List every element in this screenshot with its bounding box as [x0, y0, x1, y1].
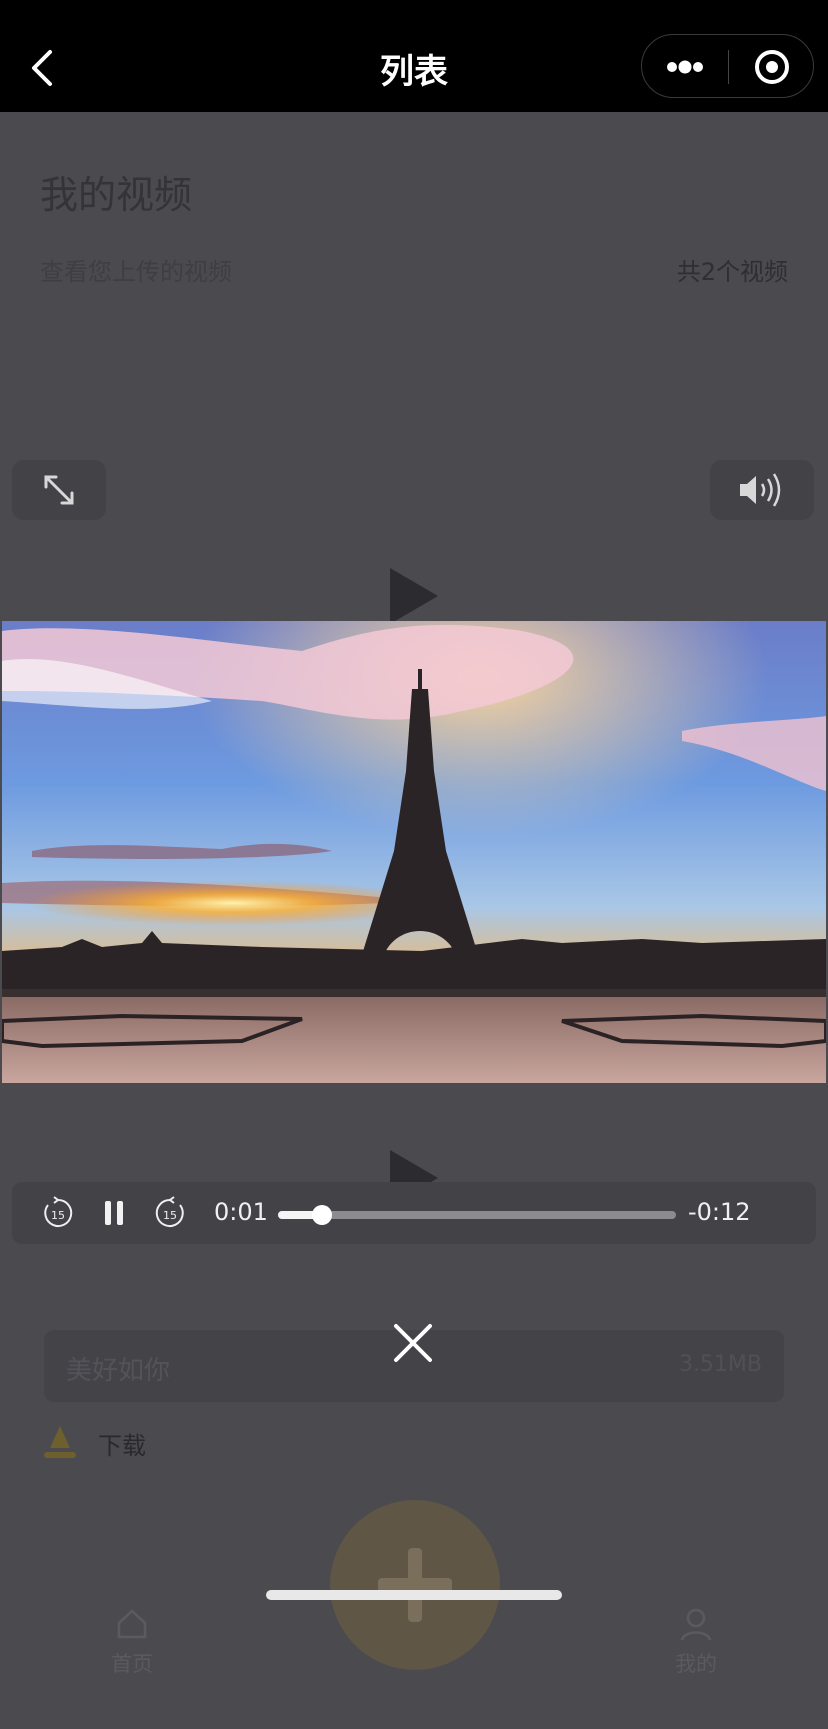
tab-home: 首页 — [82, 1606, 182, 1686]
progress-thumb[interactable] — [311, 1205, 332, 1225]
tab-home-label: 首页 — [111, 1652, 153, 1676]
video-player[interactable] — [2, 621, 826, 1083]
page-heading: 我的视频 — [40, 173, 193, 217]
chevron-left-icon — [32, 50, 52, 86]
pause-icon[interactable] — [96, 1195, 132, 1231]
close-video-button[interactable] — [390, 1320, 436, 1366]
current-time: 0:01 — [214, 1198, 268, 1226]
forward-seconds-label: 15 — [163, 1209, 177, 1222]
more-button[interactable] — [642, 35, 728, 99]
playback-bar: 15 15 0:01 -0:12 — [12, 1182, 816, 1244]
progress-track[interactable] — [278, 1205, 676, 1225]
tab-profile-label: 我的 — [675, 1652, 717, 1676]
target-circle-icon — [755, 50, 789, 84]
volume-button[interactable] — [710, 460, 814, 520]
capsule-close-button[interactable] — [729, 35, 815, 99]
file-name: 美好如你 — [66, 1356, 171, 1386]
download-icon — [44, 1426, 76, 1458]
fullscreen-button[interactable] — [12, 460, 106, 520]
mini-program-capsule — [641, 34, 814, 98]
ghost-play-icon — [390, 568, 438, 624]
forward-15-icon[interactable]: 15 — [152, 1195, 188, 1231]
rewind-15-icon[interactable]: 15 — [40, 1195, 76, 1231]
video-count: 共2个视频 — [676, 258, 788, 286]
home-indicator — [266, 1590, 562, 1600]
page-subtitle: 查看您上传的视频 — [40, 258, 232, 286]
more-dots-icon — [667, 60, 703, 74]
tab-profile: 我的 — [646, 1606, 746, 1686]
plus-icon — [378, 1548, 452, 1622]
speaker-volume-icon — [740, 473, 781, 507]
back-button[interactable] — [26, 46, 62, 90]
close-x-icon — [394, 1324, 432, 1362]
file-size: 3.51MB — [678, 1352, 762, 1377]
video-frame-image — [2, 621, 826, 1083]
expand-arrows-icon — [44, 475, 74, 505]
home-icon — [117, 1609, 147, 1639]
remaining-time: -0:12 — [688, 1198, 751, 1226]
person-icon — [680, 1608, 712, 1641]
download-label: 下载 — [98, 1432, 146, 1460]
add-button — [330, 1500, 500, 1670]
nav-bar: 列表 — [0, 0, 828, 112]
rewind-seconds-label: 15 — [51, 1209, 65, 1222]
